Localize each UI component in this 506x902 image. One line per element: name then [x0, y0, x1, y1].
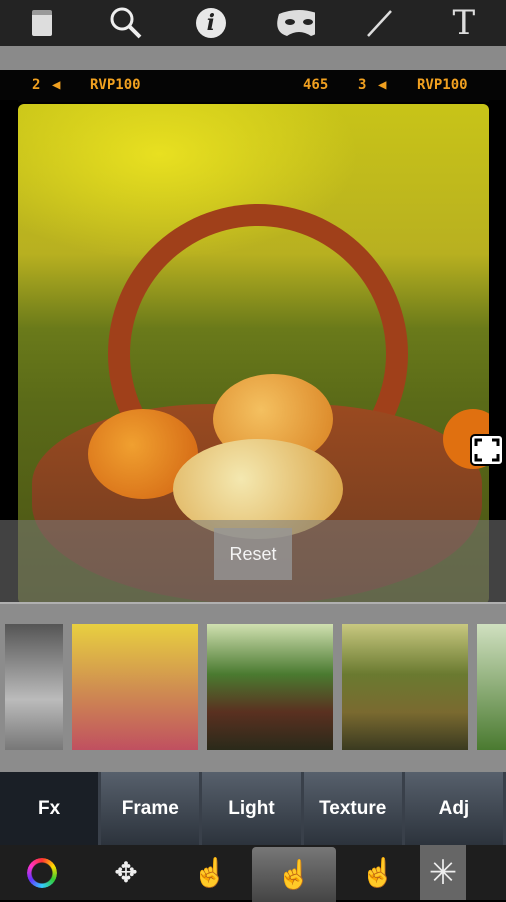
reset-button[interactable]: Reset [214, 528, 292, 580]
bottom-toolbar: ✥ ☝ ☝ ☝ ✳ [0, 845, 506, 902]
move-gesture-icon[interactable]: ✥ [84, 845, 168, 900]
color-tap-icon[interactable]: ☝ [252, 847, 336, 902]
filter-strip[interactable] [0, 602, 506, 772]
tab-frame[interactable]: Frame [101, 772, 203, 845]
arrow-left-icon: ◀ [52, 77, 61, 93]
film-code-right: RVP100 [417, 77, 468, 93]
clipboard-icon[interactable] [22, 3, 62, 43]
tap-gesture-icon[interactable]: ☝ [168, 845, 252, 900]
frame-number-right: 3 [358, 77, 367, 93]
tab-fx[interactable]: Fx [0, 772, 102, 845]
top-toolbar: i T [0, 0, 506, 46]
mask-icon[interactable] [275, 3, 316, 43]
arrow-right-icon: ◀ [378, 77, 387, 93]
info-icon[interactable]: i [191, 3, 231, 43]
filter-thumb-olive[interactable] [342, 624, 468, 750]
filter-thumb-green[interactable] [477, 624, 506, 750]
filter-thumb-bw[interactable] [5, 624, 63, 750]
category-tabs: Fx Frame Light Texture Adj [0, 772, 506, 845]
tab-texture[interactable]: Texture [303, 772, 405, 845]
magic-wand-icon[interactable]: ✳ [420, 845, 466, 900]
tab-light[interactable]: Light [202, 772, 304, 845]
film-counter: 465 [303, 77, 329, 93]
tab-adj[interactable]: Adj [404, 772, 506, 845]
rotate-gesture-icon[interactable]: ☝ [336, 845, 420, 900]
fullscreen-icon[interactable] [470, 434, 504, 466]
filter-thumb-dark-vintage[interactable] [207, 624, 333, 750]
text-icon[interactable]: T [444, 3, 484, 43]
film-code-left: RVP100 [90, 77, 141, 93]
search-icon[interactable] [106, 3, 146, 43]
brush-icon[interactable] [359, 3, 399, 43]
frame-number-left: 2 [32, 77, 41, 93]
color-wheel-icon[interactable] [0, 845, 84, 900]
divider-bar [0, 46, 506, 70]
film-strip-header: 2 ◀ RVP100 465 3 ◀ RVP100 [0, 70, 506, 102]
filter-thumb-warm[interactable] [72, 624, 198, 750]
